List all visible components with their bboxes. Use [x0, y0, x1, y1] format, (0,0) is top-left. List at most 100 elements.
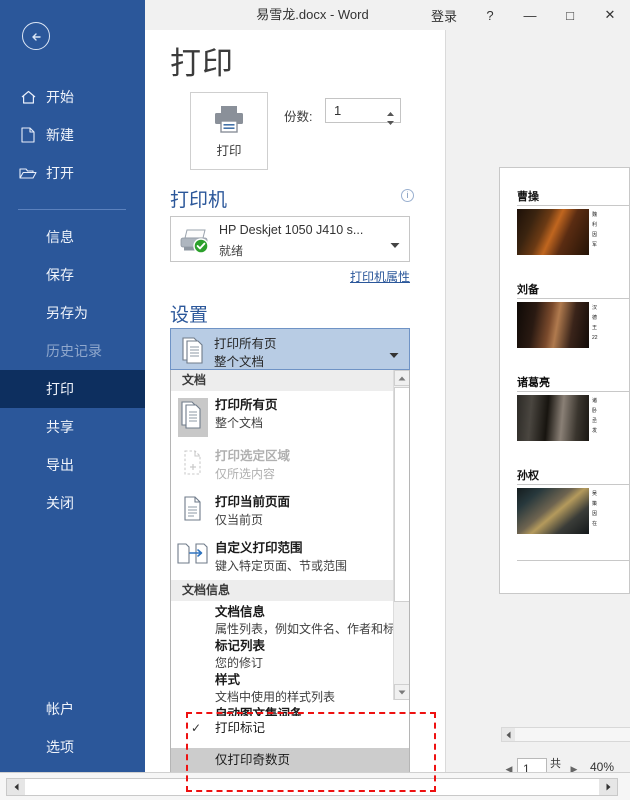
sidebar-item-print[interactable]: 打印 — [0, 370, 145, 408]
print-range-secondary: 整个文档 — [214, 355, 265, 369]
dropdown-scrollbar[interactable] — [393, 370, 409, 700]
maximize-button[interactable]: □ — [550, 0, 590, 30]
current-page-icon — [171, 493, 215, 523]
dropdown-item-markup-list[interactable]: 标记列表 您的修订 — [171, 638, 409, 672]
preview-image — [517, 302, 589, 348]
copies-value: 1 — [334, 103, 342, 118]
dropdown-item-primary: 打印选定区域 — [215, 449, 291, 463]
preview-text-lines: 汉 德 王 22 — [592, 305, 598, 341]
minimize-button[interactable]: — — [510, 0, 550, 30]
new-document-icon — [16, 126, 40, 144]
scrollbar-track[interactable] — [6, 778, 618, 796]
dropdown-item-primary: 打印所有页 — [215, 398, 278, 412]
sidebar-item-home[interactable]: 开始 — [0, 78, 145, 116]
sidebar-item-options[interactable]: 选项 — [0, 728, 145, 766]
sidebar-item-open[interactable]: 打开 — [0, 154, 145, 192]
preview-section-title: 曹操 — [517, 188, 630, 206]
preview-text-lines: 诸 卧 丞 发 — [592, 398, 598, 434]
close-button[interactable]: ✕ — [590, 0, 630, 30]
dropdown-group-header: 文档 — [171, 370, 409, 391]
dropdown-item-primary: 标记列表 — [215, 639, 266, 653]
copies-stepper[interactable]: 1 — [325, 98, 401, 125]
printer-icon — [215, 105, 243, 133]
print-range-select[interactable]: 打印所有页 整个文档 — [170, 328, 410, 370]
preview-text-lines: 魏 利 因 军 — [592, 212, 598, 248]
dropdown-group-header: 文档信息 — [171, 580, 409, 601]
sidebar-item-share[interactable]: 共享 — [0, 408, 145, 446]
sidebar-item-save[interactable]: 保存 — [0, 256, 145, 294]
dropdown-item-print-selection[interactable]: 打印选定区域 仅所选内容 — [171, 442, 409, 488]
home-icon — [16, 88, 40, 106]
dropdown-toggle-print-markup[interactable]: ✓ 打印标记 — [171, 718, 409, 738]
sign-in-button[interactable]: 登录 — [418, 0, 470, 30]
dropdown-scroll-thumb[interactable] — [394, 387, 409, 602]
preview-page[interactable]: 曹操 魏 利 因 军 刘备 汉 德 王 22 诸葛亮 诸 卧 丞 发 孙权 吴 … — [499, 167, 630, 594]
preview-section-title: 诸葛亮 — [517, 374, 630, 392]
dropdown-item-styles[interactable]: 样式 文档中使用的样式列表 — [171, 672, 409, 706]
copies-decrement-icon[interactable] — [386, 113, 395, 125]
all-pages-icon — [171, 396, 215, 437]
sidebar-item-label: 开始 — [46, 89, 74, 105]
back-arrow-icon — [32, 33, 41, 41]
printer-properties-link[interactable]: 打印机属性 — [330, 268, 410, 285]
print-preview-pane: 曹操 魏 利 因 军 刘备 汉 德 王 22 诸葛亮 诸 卧 丞 发 孙权 吴 … — [445, 30, 630, 798]
sidebar-item-history[interactable]: 历史记录 — [0, 332, 145, 370]
dropdown-item-doc-info[interactable]: 文档信息 属性列表，例如文件名、作者和标题 — [171, 601, 409, 638]
sidebar-item-close[interactable]: 关闭 — [0, 484, 145, 522]
sidebar-item-label: 保存 — [46, 267, 74, 283]
sidebar-item-info[interactable]: 信息 — [0, 218, 145, 256]
sidebar-main-group: 信息 保存 另存为 历史记录 打印 共享 导出 关闭 — [0, 218, 145, 522]
printer-select[interactable]: HP Deskjet 1050 J410 s... 就绪 — [170, 216, 410, 262]
title-bar: 易雪龙.docx - Word 登录 ? — □ ✕ — [145, 0, 630, 30]
selection-icon — [171, 447, 215, 477]
scroll-up-icon[interactable] — [394, 370, 409, 386]
print-button-label: 打印 — [216, 143, 242, 158]
dropdown-item-secondary: 您的修订 — [215, 656, 264, 670]
scroll-right-icon[interactable] — [599, 779, 617, 795]
scroll-left-icon[interactable] — [502, 728, 515, 741]
sidebar-item-label: 打印 — [46, 381, 74, 397]
chevron-down-icon[interactable] — [390, 236, 400, 254]
sidebar-item-label: 关闭 — [46, 495, 74, 511]
preview-image — [517, 395, 589, 441]
sidebar-item-label: 帐户 — [46, 701, 74, 717]
custom-range-icon — [171, 539, 215, 567]
sidebar-item-new[interactable]: 新建 — [0, 116, 145, 154]
sidebar-item-account[interactable]: 帐户 — [0, 690, 145, 728]
copies-increment-icon[interactable] — [386, 104, 395, 116]
print-button[interactable]: 打印 — [190, 92, 268, 170]
dropdown-item-print-all-pages[interactable]: 打印所有页 整个文档 — [171, 391, 409, 442]
dropdown-item-secondary: 仅所选内容 — [215, 467, 276, 481]
sidebar-item-export[interactable]: 导出 — [0, 446, 145, 484]
help-button[interactable]: ? — [470, 0, 510, 30]
printer-section-heading: 打印机 — [170, 190, 228, 211]
chevron-down-icon[interactable] — [389, 346, 399, 364]
preview-horizontal-scrollbar[interactable] — [501, 727, 630, 742]
info-icon[interactable]: i — [401, 189, 414, 202]
preview-text-lines: 吴 策 因 在 — [592, 491, 598, 527]
sidebar-item-label: 信息 — [46, 229, 74, 245]
sidebar-top-group: 开始 新建 打开 — [0, 78, 145, 192]
dropdown-toggle-label: 仅打印奇数页 — [215, 753, 291, 767]
dropdown-item-secondary: 整个文档 — [215, 416, 264, 430]
dropdown-toggle-label: 打印标记 — [215, 721, 266, 735]
scroll-down-icon[interactable] — [394, 684, 409, 700]
dropdown-item-autotext[interactable]: 自动图文集词条 — [171, 706, 409, 716]
sidebar-item-label: 共享 — [46, 419, 74, 435]
settings-section-heading: 设置 — [170, 305, 209, 326]
window-horizontal-scrollbar[interactable] — [0, 772, 630, 800]
scroll-left-icon[interactable] — [7, 779, 25, 795]
dropdown-toggle-odd-pages[interactable]: 仅打印奇数页 — [171, 748, 409, 772]
dropdown-item-secondary: 文档中使用的样式列表 — [215, 690, 336, 704]
printer-name: HP Deskjet 1050 J410 s... — [219, 223, 364, 237]
print-range-primary: 打印所有页 — [214, 337, 277, 351]
dropdown-item-secondary: 键入特定页面、节或范围 — [215, 559, 348, 573]
dropdown-item-custom-range[interactable]: 自定义打印范围 键入特定页面、节或范围 — [171, 534, 409, 580]
sidebar-item-label: 导出 — [46, 457, 74, 473]
dropdown-item-print-current-page[interactable]: 打印当前页面 仅当前页 — [171, 488, 409, 534]
sidebar-item-label: 另存为 — [46, 305, 88, 321]
sidebar-item-label: 历史记录 — [46, 343, 102, 359]
all-pages-icon — [182, 337, 203, 364]
back-button[interactable] — [22, 22, 50, 50]
sidebar-item-save-as[interactable]: 另存为 — [0, 294, 145, 332]
